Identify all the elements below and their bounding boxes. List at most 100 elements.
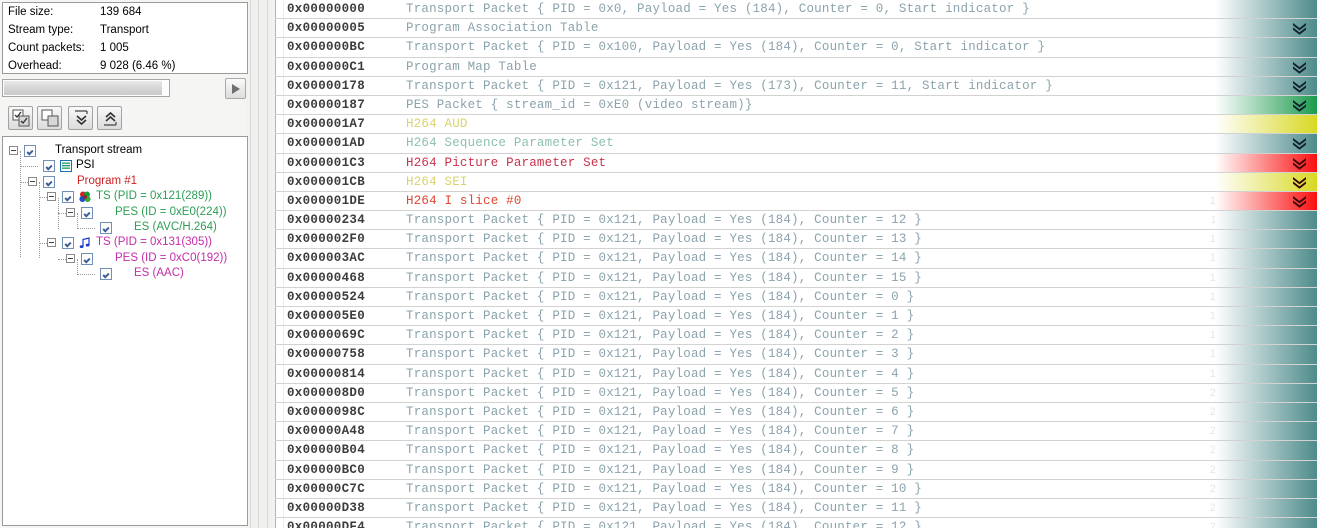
log-row[interactable]: 0x00000234 Transport Packet { PID = 0x121…: [275, 211, 1317, 231]
expander-toggle[interactable]: [66, 207, 75, 217]
log-row-color-band: [1215, 422, 1317, 441]
double-chevron-down-icon[interactable]: [1291, 61, 1308, 77]
tree-node-label: TS (PID = 0x131(305)): [96, 236, 213, 249]
log-row-color-band: [1215, 287, 1317, 306]
double-chevron-down-icon: [75, 110, 88, 126]
play-icon: [232, 84, 240, 94]
node-checkbox[interactable]: [81, 252, 93, 265]
play-button[interactable]: [225, 78, 246, 99]
log-row-offset: 0x00000DF4: [287, 520, 366, 528]
node-checkbox[interactable]: [24, 145, 36, 157]
node-checkbox[interactable]: [62, 237, 74, 250]
log-row-offset: 0x000002F0: [287, 232, 366, 247]
log-row[interactable]: 0x000001C3H264 Picture Parameter Set8: [275, 153, 1317, 173]
log-row-offset: 0x000005E0: [287, 309, 366, 323]
log-row-description: Transport Packet { PID = 0x0, Payload = …: [406, 2, 1030, 16]
log-row[interactable]: 0x00000524 Transport Packet { PID = 0x121…: [275, 287, 1317, 307]
tree-node-pes-audio[interactable]: PES (ID = 0xC0(192)): [3, 251, 247, 266]
info-row-count-packets: Count packets: 1 005: [3, 39, 247, 57]
log-row[interactable]: 0x0000098C Transport Packet { PID = 0x121…: [275, 402, 1317, 423]
tree-node-label: Program #1: [77, 174, 138, 187]
packet-log-list[interactable]: 0x00000000 Transport Packet { PID = 0x0, …: [275, 0, 1317, 528]
tree-node-psi[interactable]: PSI: [3, 158, 247, 173]
log-row-offset: 0x00000000: [287, 2, 366, 16]
log-row[interactable]: 0x000001ADH264 Sequence Parameter Set7: [275, 134, 1317, 154]
log-row-description: Transport Packet { PID = 0x121, Payload …: [406, 500, 922, 515]
expander-toggle[interactable]: [28, 176, 37, 186]
log-row[interactable]: 0x000002F0 Transport Packet { PID = 0x121…: [275, 230, 1317, 250]
tree-node-ts-video[interactable]: TS (PID = 0x121(289)): [3, 189, 247, 204]
double-chevron-down-icon[interactable]: [1291, 195, 1308, 211]
log-row-description: Transport Packet { PID = 0x121, Payload …: [406, 328, 915, 343]
log-row[interactable]: 0x000003AC Transport Packet { PID = 0x121…: [275, 249, 1317, 269]
log-row[interactable]: 0x00000000 Transport Packet { PID = 0x0, …: [275, 0, 1317, 20]
double-chevron-down-icon[interactable]: [1291, 157, 1308, 173]
log-row-offset: 0x000000C1: [287, 59, 366, 74]
expander-toggle[interactable]: [66, 253, 75, 263]
log-row-color-band: [1215, 38, 1317, 57]
tree-node-label: TS (PID = 0x121(289)): [96, 190, 213, 203]
log-row-color-band: [1215, 211, 1317, 230]
tree-node-ts-audio[interactable]: TS (PID = 0x131(305)): [3, 235, 247, 250]
log-row[interactable]: 0x000001A7H264 AUD6: [275, 115, 1317, 135]
log-row[interactable]: 0x00000D38 Transport Packet { PID = 0x121…: [275, 498, 1317, 519]
log-row[interactable]: 0x00000178 Transport Packet { PID = 0x121…: [275, 76, 1317, 96]
log-row[interactable]: 0x000000BC Transport Packet { PID = 0x100…: [275, 38, 1317, 58]
check-all-button[interactable]: [8, 106, 33, 130]
double-chevron-down-icon[interactable]: [1291, 22, 1308, 38]
log-row-description: Transport Packet { PID = 0x121, Payload …: [406, 213, 922, 228]
node-checkbox[interactable]: [81, 206, 93, 219]
node-checkbox[interactable]: [100, 268, 112, 281]
collapse-all-button[interactable]: [97, 106, 122, 130]
tree-node-pes-video[interactable]: PES (ID = 0xE0(224)): [3, 205, 247, 220]
tree-node-program-1[interactable]: Program #1: [3, 174, 247, 189]
tree-node-label: ES (AVC/H.264): [134, 220, 217, 233]
log-row[interactable]: 0x00000758 Transport Packet { PID = 0x121…: [275, 345, 1317, 365]
stream-tree[interactable]: Transport stream PSI Program #1 TS (PID …: [2, 136, 248, 526]
log-row[interactable]: 0x00000DF4 Transport Packet { PID = 0x121…: [275, 518, 1317, 528]
log-row-offset: 0x00000758: [287, 347, 366, 362]
log-row-offset: 0x000008D0: [287, 385, 366, 400]
double-chevron-down-icon[interactable]: [1291, 99, 1308, 115]
tree-node-transport-stream[interactable]: Transport stream: [3, 143, 247, 158]
log-row[interactable]: 0x000000C1Program Map Table3: [275, 57, 1317, 77]
log-row[interactable]: 0x00000A48 Transport Packet { PID = 0x121…: [275, 422, 1317, 442]
log-row-offset: 0x000001A7: [287, 117, 366, 132]
log-row[interactable]: 0x000005E0 Transport Packet { PID = 0x121…: [275, 307, 1317, 327]
log-row[interactable]: 0x00000B04 Transport Packet { PID = 0x121…: [275, 441, 1317, 461]
double-chevron-down-icon[interactable]: [1291, 176, 1308, 192]
double-chevron-down-icon[interactable]: [1291, 137, 1308, 153]
node-checkbox[interactable]: [62, 191, 74, 204]
log-row[interactable]: 0x00000468 Transport Packet { PID = 0x121…: [275, 268, 1317, 288]
log-row-offset: 0x00000178: [287, 78, 366, 93]
tree-node-es-aac[interactable]: ES (AAC): [3, 266, 247, 281]
info-row-stream-type: Stream type: Transport: [3, 21, 247, 39]
log-row[interactable]: 0x00000187 PES Packet { stream_id = 0xE0 …: [275, 95, 1317, 116]
expand-all-button[interactable]: [68, 106, 93, 130]
node-checkbox[interactable]: [43, 160, 55, 173]
log-row[interactable]: 0x0000069C Transport Packet { PID = 0x121…: [275, 326, 1317, 346]
node-checkbox[interactable]: [43, 175, 55, 188]
log-row[interactable]: 0x000008D0 Transport Packet { PID = 0x121…: [275, 383, 1317, 403]
checkbox-pair-icon: [12, 109, 30, 127]
expander-toggle[interactable]: [9, 146, 18, 155]
tree-connector: [77, 274, 95, 276]
log-row[interactable]: 0x000001DEH264 I slice #010: [275, 191, 1317, 212]
log-row[interactable]: 0x00000C7C Transport Packet { PID = 0x121…: [275, 479, 1317, 499]
double-chevron-down-icon[interactable]: [1291, 80, 1308, 96]
node-checkbox[interactable]: [100, 221, 112, 234]
log-row[interactable]: 0x00000BC0 Transport Packet { PID = 0x121…: [275, 460, 1317, 480]
tree-node-es-avc[interactable]: ES (AVC/H.264): [3, 220, 247, 235]
log-row-description: Transport Packet { PID = 0x121, Payload …: [406, 424, 915, 439]
log-row[interactable]: 0x00000005Program Association Table1: [275, 19, 1317, 39]
log-row[interactable]: 0x00000814 Transport Packet { PID = 0x121…: [275, 364, 1317, 384]
expander-toggle[interactable]: [47, 192, 56, 202]
log-row-offset: 0x000000BC: [287, 40, 366, 55]
expander-toggle[interactable]: [47, 238, 56, 248]
uncheck-all-button[interactable]: [37, 106, 62, 130]
log-row-offset: 0x00000C7C: [287, 481, 366, 496]
log-row-offset: 0x000001C3: [287, 155, 366, 170]
log-row-color-band: [1215, 383, 1317, 402]
panel-splitter[interactable]: [250, 0, 272, 528]
log-row[interactable]: 0x000001CBH264 SEI9: [275, 172, 1317, 192]
